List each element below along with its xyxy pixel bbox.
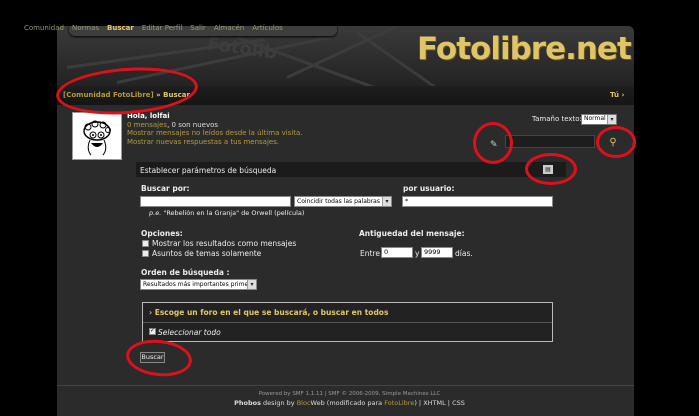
- chevron-down-icon: ▾: [382, 197, 391, 206]
- nav-item-almacen[interactable]: Almacén: [210, 24, 248, 32]
- message-age-label: Antiguedad del mensaje:: [359, 229, 465, 238]
- text-size-select[interactable]: Normal ▾: [581, 114, 617, 125]
- min-age-input[interactable]: 0: [381, 247, 413, 258]
- divider: [143, 322, 552, 323]
- quick-search-input[interactable]: [505, 135, 595, 148]
- main-nav: Comunidad Normas Buscar Editar Perfil Sa…: [20, 24, 287, 32]
- days-label: días.: [455, 249, 473, 258]
- messages-link[interactable]: 0 mensajes: [127, 121, 167, 129]
- forum-selection-heading: Escoge un foro en el que se buscará, o b…: [154, 308, 389, 317]
- footer-credits: Phobos design by BlocWeb (modificado par…: [0, 399, 699, 407]
- avatar: [72, 112, 122, 160]
- search-terms-input[interactable]: [140, 196, 291, 207]
- text-size-value: Normal: [584, 115, 606, 122]
- user-greeting: Hola, lolfai: [127, 112, 170, 120]
- between-label: Entre: [360, 249, 380, 258]
- order-select[interactable]: Resultados más importantes primero ▾: [140, 279, 257, 290]
- order-label: Orden de búsqueda :: [141, 268, 230, 277]
- chevron-right-icon: ›: [149, 308, 153, 317]
- by-user-label: por usuario:: [403, 184, 455, 193]
- nav-item-normas[interactable]: Normas: [68, 24, 103, 32]
- text-size-label: Tamaño texto:: [532, 115, 582, 123]
- footer-divider: [57, 385, 634, 386]
- nav-item-salir[interactable]: Salir: [186, 24, 210, 32]
- match-mode-value: Coincidir todas las palabras: [297, 198, 380, 205]
- order-value: Resultados más importantes primero: [143, 281, 255, 288]
- select-all-checkbox[interactable]: [149, 327, 156, 335]
- user-menu-label: Tú: [610, 91, 619, 99]
- search-panel-title: Establecer parámetros de búsqueda: [140, 166, 277, 175]
- unread-messages-link[interactable]: Mostrar mensajes no leídos desde la últi…: [127, 129, 303, 138]
- arrow-right-icon: ›: [621, 91, 625, 99]
- and-label: y: [415, 249, 420, 258]
- example-text: "Rebelión en la Granja" de Orwell (pelíc…: [163, 209, 305, 217]
- forum-selection-toggle[interactable]: › Escoge un foro en el que se buscará, o…: [149, 308, 388, 317]
- subjects-only-label: Asuntos de temas solamente: [152, 249, 262, 258]
- annotation-circle-search: [596, 126, 636, 158]
- footer-design-by: design by: [260, 399, 297, 407]
- footer-fotolibre-link[interactable]: FotoLibre: [384, 399, 414, 407]
- messages-count-text: , 0 son nuevos: [167, 120, 219, 129]
- match-mode-select[interactable]: Coincidir todas las palabras ▾: [294, 196, 392, 207]
- footer-theme-name: Phobos: [234, 399, 261, 407]
- site-logo[interactable]: Fotolibre.net: [417, 31, 632, 67]
- select-all-label: Seleccionar todo: [158, 328, 221, 337]
- footer-web-text: Web: [310, 399, 325, 407]
- footer-powered-by: Powered by SMF 1.1.11 | SMF © 2006-2009,…: [258, 391, 441, 397]
- chevron-down-icon: ▾: [247, 280, 256, 289]
- search-for-label: Buscar por:: [141, 184, 190, 193]
- annotation-circle-collapse: [525, 153, 577, 185]
- footer-css-link[interactable]: CSS: [452, 399, 465, 407]
- nav-item-editar-perfil[interactable]: Editar Perfil: [138, 24, 186, 32]
- example-prefix: p.e.: [149, 209, 162, 217]
- nav-item-articulos[interactable]: Artículos: [248, 24, 287, 32]
- search-example: p.e. "Rebelión en la Granja" de Orwell (…: [149, 209, 304, 217]
- user-menu-toggle[interactable]: Tú ›: [610, 91, 624, 99]
- max-age-input[interactable]: 9999: [421, 247, 453, 258]
- show-as-messages-checkbox[interactable]: [142, 240, 149, 247]
- footer-xhtml-link[interactable]: XHTML: [423, 399, 446, 407]
- chevron-down-icon: ▾: [607, 115, 616, 124]
- annotation-circle-pin: [473, 122, 513, 164]
- options-label: Opciones:: [141, 229, 183, 238]
- by-user-input[interactable]: *: [402, 196, 553, 207]
- footer-bloc-link[interactable]: Bloc: [297, 399, 311, 407]
- nav-item-buscar[interactable]: Buscar: [103, 24, 138, 32]
- footer-modified-text: (modificado para: [324, 399, 385, 407]
- new-replies-link[interactable]: Mostrar nuevas respuestas a tus mensajes…: [127, 138, 303, 147]
- subjects-only-checkbox[interactable]: [142, 250, 149, 257]
- show-as-messages-label: Mostrar los resultados como mensajes: [152, 239, 297, 248]
- nav-item-comunidad[interactable]: Comunidad: [20, 24, 68, 32]
- user-info: Hola, lolfai 0 mensajes, 0 son nuevos Mo…: [127, 112, 303, 146]
